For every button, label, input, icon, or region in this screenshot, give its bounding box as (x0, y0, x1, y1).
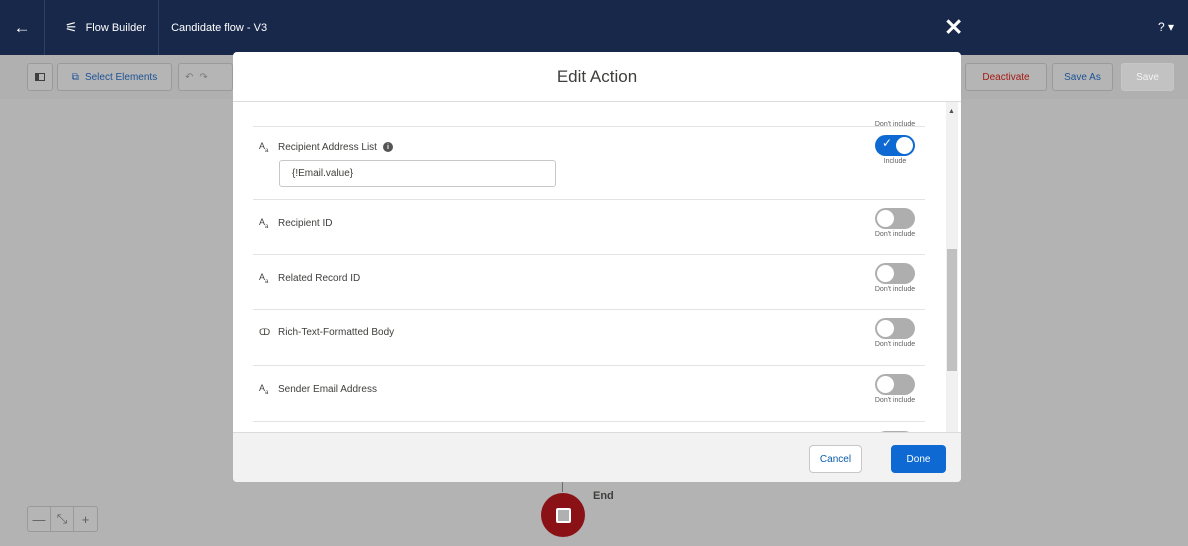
include-toggle[interactable] (875, 318, 915, 339)
done-button[interactable]: Done (891, 445, 946, 473)
end-node[interactable] (541, 493, 585, 537)
header-divider (44, 0, 45, 55)
select-elements-button[interactable]: ⧉ Select Elements (57, 63, 172, 91)
parameter-label-group: Aa Related Record ID (259, 272, 360, 285)
save-button[interactable]: Save (1121, 63, 1174, 91)
scrollbar-thumb[interactable] (947, 249, 957, 371)
panel-icon (35, 73, 45, 81)
parameter-row-related-record-id: Aa Related Record ID Don't include (253, 255, 925, 310)
text-type-icon: Aa (259, 217, 269, 230)
modal-scrollbar[interactable]: ▲ ▼ (946, 102, 958, 482)
parameter-label: Rich-Text-Formatted Body (278, 327, 395, 338)
modal-body: Don't include Aa Recipient Address List … (233, 102, 961, 482)
parameter-label: Recipient ID (278, 217, 333, 229)
toggle-knob (877, 376, 894, 393)
app-header: ← ⚟ Flow Builder Candidate flow - V3 ? ▾ (0, 0, 1188, 55)
toggle-knob (877, 320, 894, 337)
include-toggle-group: ✓ Include (865, 135, 925, 165)
edit-action-modal: Edit Action Don't include Aa Recipient A… (233, 52, 961, 482)
select-icon: ⧉ (71, 71, 79, 83)
parameter-label-group: ↀ Rich-Text-Formatted Body (259, 327, 394, 338)
zoom-in-button[interactable]: + (74, 507, 97, 531)
toggle-status-text: Include (883, 158, 907, 165)
flow-name: Candidate flow - V3 (158, 0, 267, 55)
include-toggle[interactable] (875, 208, 915, 229)
undo-redo-group: ↶ ↷ (178, 63, 233, 91)
plus-icon: + (81, 511, 90, 527)
parameter-label: Sender Email Address (278, 383, 377, 395)
help-menu-button[interactable]: ? ▾ (1158, 20, 1174, 34)
text-type-icon: Aa (259, 272, 269, 285)
include-toggle[interactable] (875, 263, 915, 284)
parameter-label: Recipient Address List (278, 141, 377, 153)
parameter-row-sender-email-address: Aa Sender Email Address Don't include (253, 366, 925, 422)
parameter-row: Don't include (253, 102, 925, 128)
include-toggle-group: Don't include (865, 318, 925, 348)
deactivate-button[interactable]: Deactivate (965, 63, 1047, 91)
toggle-status-text: Don't include (874, 231, 916, 238)
info-icon[interactable]: i (382, 142, 393, 153)
parameter-label: Related Record ID (278, 272, 361, 284)
parameter-row-recipient-address-list: Aa Recipient Address List i {!Email.valu… (253, 127, 925, 200)
parameter-row-rich-text-body: ↀ Rich-Text-Formatted Body Don't include (253, 310, 925, 366)
parameter-row-recipient-id: Aa Recipient ID Don't include (253, 200, 925, 255)
parameter-label-group: Aa Sender Email Address (259, 383, 377, 396)
fit-view-button[interactable]: ⤡ (51, 507, 74, 531)
text-type-icon: Aa (259, 383, 269, 396)
toggle-knob (896, 137, 913, 154)
toggle-knob (877, 265, 894, 282)
cancel-button[interactable]: Cancel (809, 445, 862, 473)
toggle-status-text: Don't include (874, 341, 916, 348)
flow-icon: ⚟ (65, 19, 78, 35)
select-elements-label: Select Elements (84, 71, 158, 83)
include-toggle-group: Don't include (865, 263, 925, 293)
text-type-icon: Aa (259, 141, 269, 154)
toggle-panel-button[interactable] (27, 63, 53, 91)
include-toggle[interactable] (875, 374, 915, 395)
save-as-button[interactable]: Save As (1052, 63, 1113, 91)
arrow-left-icon: ← (13, 17, 31, 37)
include-toggle-group: Don't include (865, 208, 925, 238)
minus-icon: — (32, 511, 46, 527)
modal-footer: Cancel Done (233, 432, 961, 482)
zoom-out-button[interactable]: — (28, 507, 51, 531)
toggle-status-text: Don't include (874, 286, 916, 293)
recipient-address-list-input[interactable]: {!Email.value} (279, 160, 556, 187)
scroll-up-icon[interactable]: ▲ (948, 108, 955, 115)
close-icon[interactable]: ✕ (944, 16, 963, 39)
flow-connector (562, 482, 563, 492)
stop-icon (555, 507, 571, 523)
toggle-status-text: Don't include (874, 397, 916, 404)
parameter-label-group: Aa Recipient ID (259, 217, 332, 230)
check-icon: ✓ (882, 136, 893, 150)
zoom-controls: — ⤡ + (27, 506, 98, 532)
undo-icon[interactable]: ↶ (185, 72, 193, 83)
include-toggle[interactable]: ✓ (875, 135, 915, 156)
parameter-label-group: Aa Recipient Address List i (259, 141, 393, 154)
redo-icon[interactable]: ↷ (199, 72, 207, 83)
toggle-knob (877, 210, 894, 227)
back-button[interactable]: ← (0, 0, 44, 55)
modal-title: Edit Action (233, 52, 961, 102)
rich-text-type-icon: ↀ (259, 327, 271, 337)
app-name: Flow Builder (85, 21, 147, 34)
include-toggle-group: Don't include (865, 374, 925, 404)
fit-view-icon: ⤡ (56, 511, 68, 526)
end-label: End (593, 490, 614, 502)
